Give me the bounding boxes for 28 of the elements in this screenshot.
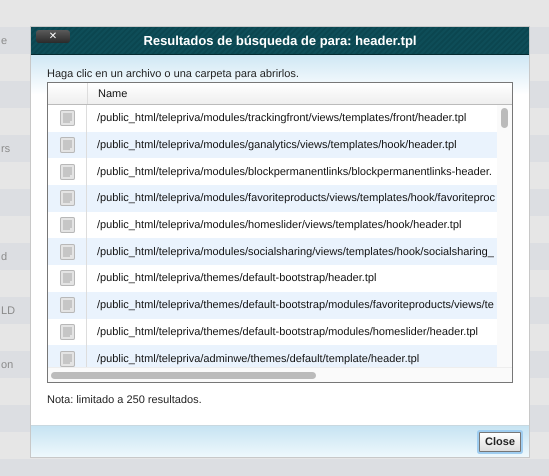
file-icon [60,324,74,340]
file-icon [60,110,74,126]
file-icon [60,270,74,286]
note-text: Nota: limitado a 250 resultados. [47,394,203,406]
close-button[interactable]: Close [479,432,521,452]
column-header[interactable]: Name [98,88,128,100]
file-path[interactable]: /public_html/telepriva/themes/default-bootstrap/modules/homeslider/header.tpl [97,326,478,338]
background-text: e [1,34,8,46]
file-icon [60,164,74,180]
dialog-title: Resultados de búsqueda de para: header.tpl [143,33,417,48]
file-icon [60,350,74,367]
file-path[interactable]: /public_html/telepriva/modules/homeslider/views/templates/hook/header.tpl [97,219,462,232]
file-icon [60,190,74,206]
close-button[interactable]: ✕ [36,30,70,43]
file-path[interactable]: /public_html/telepriva/themes/default-bootstrap/header.tpl [97,272,376,284]
file-icon [60,217,74,234]
vertical-scrollbar[interactable] [497,105,512,367]
background-text: on [1,358,14,370]
file-icon [60,137,74,154]
file-icon [60,244,74,260]
instruction-text: Haga clic en un archivo o una carpeta para abrirlos. [47,68,300,80]
file-path[interactable]: /public_html/telepriva/modules/blockpermanentlinks/blockpermanentlinks-header. [97,166,492,178]
horizontal-scrollbar[interactable] [48,367,512,382]
background-text: d [1,250,8,262]
background-text: rs [1,142,10,154]
file-path[interactable]: /public_html/telepriva/modules/trackingfront/views/templates/front/header.tpl [97,112,466,124]
file-icon [60,297,74,314]
background-text: LD [1,304,16,316]
